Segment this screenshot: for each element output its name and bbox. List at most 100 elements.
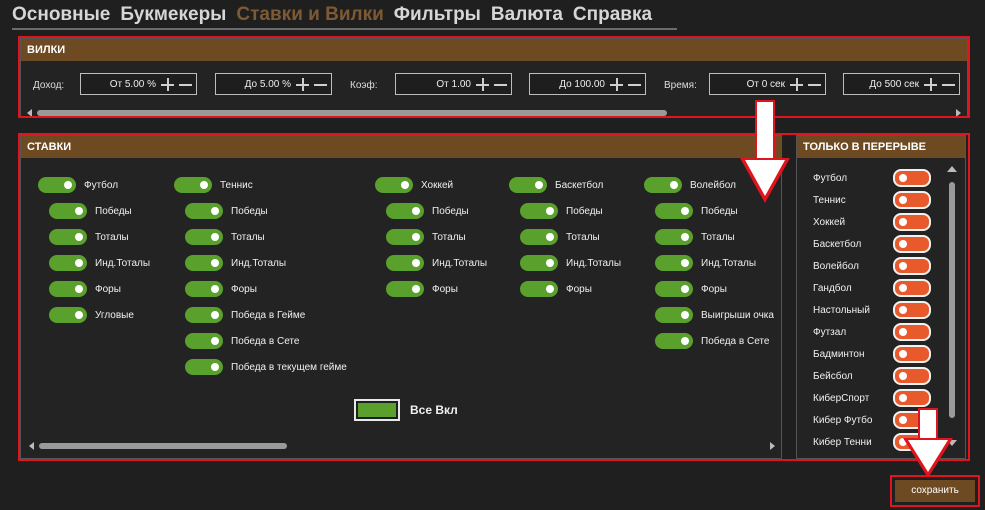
minus-icon[interactable] (314, 78, 327, 91)
toggle-switch[interactable] (893, 301, 931, 319)
toggle-switch[interactable] (893, 323, 931, 341)
minus-icon[interactable] (808, 78, 821, 91)
break-item-badminton[interactable]: Бадминтон (813, 345, 931, 363)
toggle-switch[interactable] (49, 203, 87, 219)
scroll-right-icon[interactable] (770, 442, 775, 450)
toggle-switch[interactable] (386, 281, 424, 297)
plus-icon[interactable] (924, 77, 937, 91)
toggle-volleyball-handicaps[interactable]: Форы (655, 281, 727, 297)
toggle-basketball-handicaps[interactable]: Форы (520, 281, 592, 297)
toggle-volleyball-wins[interactable]: Победы (655, 203, 738, 219)
toggle-switch[interactable] (49, 255, 87, 271)
plus-icon[interactable] (296, 77, 309, 91)
toggle-switch[interactable] (386, 229, 424, 245)
minus-icon[interactable] (628, 78, 641, 91)
toggle-tennis-game-win[interactable]: Победа в Гейме (185, 307, 305, 323)
toggle-switch[interactable] (893, 367, 931, 385)
plus-icon[interactable] (476, 77, 489, 91)
toggle-switch[interactable] (893, 389, 931, 407)
toggle-switch[interactable] (386, 203, 424, 219)
break-item-handball[interactable]: Гандбол (813, 279, 931, 297)
toggle-switch[interactable] (893, 191, 931, 209)
toggle-football-corners[interactable]: Угловые (49, 307, 134, 323)
toggle-switch[interactable] (509, 177, 547, 193)
toggle-football-handicaps[interactable]: Форы (49, 281, 121, 297)
toggle-hockey-wins[interactable]: Победы (386, 203, 469, 219)
toggle-volleyball[interactable]: Волейбол (644, 177, 736, 193)
minus-icon[interactable] (179, 78, 192, 91)
minus-icon[interactable] (942, 78, 955, 91)
scroll-right-icon[interactable] (956, 109, 961, 117)
plus-icon[interactable] (161, 77, 174, 91)
toggle-tennis-set-win[interactable]: Победа в Сете (185, 333, 299, 349)
break-item-football[interactable]: Футбол (813, 169, 931, 187)
toggle-switch[interactable] (520, 229, 558, 245)
toggle-switch[interactable] (185, 307, 223, 323)
break-item-table-tennis[interactable]: Настольный (813, 301, 931, 319)
toggle-switch[interactable] (893, 279, 931, 297)
time-to-field[interactable]: До 500 сек (843, 73, 960, 95)
toggle-switch[interactable] (185, 359, 223, 375)
toggle-football[interactable]: Футбол (38, 177, 118, 193)
toggle-tennis-ind-totals[interactable]: Инд.Тоталы (185, 255, 286, 271)
scroll-thumb[interactable] (39, 443, 287, 449)
scroll-left-icon[interactable] (29, 442, 34, 450)
toggle-switch[interactable] (655, 281, 693, 297)
toggle-volleyball-set-win[interactable]: Победа в Сете (655, 333, 769, 349)
save-button[interactable]: сохранить (895, 480, 975, 502)
toggle-hockey-totals[interactable]: Тоталы (386, 229, 466, 245)
toggle-switch[interactable] (893, 235, 931, 253)
toggle-volleyball-ind-totals[interactable]: Инд.Тоталы (655, 255, 756, 271)
toggle-football-wins[interactable]: Победы (49, 203, 132, 219)
scroll-thumb[interactable] (949, 182, 955, 418)
break-item-futsal[interactable]: Футзал (813, 323, 931, 341)
break-item-baseball[interactable]: Бейсбол (813, 367, 931, 385)
toggle-tennis-handicaps[interactable]: Форы (185, 281, 257, 297)
toggle-switch[interactable] (655, 333, 693, 349)
income-to-field[interactable]: До 5.00 % (215, 73, 332, 95)
toggle-switch[interactable] (185, 281, 223, 297)
break-item-basketball[interactable]: Баскетбол (813, 235, 931, 253)
toggle-tennis-totals[interactable]: Тоталы (185, 229, 265, 245)
toggle-switch[interactable] (49, 281, 87, 297)
scroll-up-icon[interactable] (947, 166, 957, 172)
toggle-switch[interactable] (185, 333, 223, 349)
scroll-left-icon[interactable] (27, 109, 32, 117)
income-from-field[interactable]: От 5.00 % (80, 73, 197, 95)
toggle-switch[interactable] (185, 203, 223, 219)
all-on-switch[interactable] (354, 399, 400, 421)
toggle-switch[interactable] (655, 255, 693, 271)
break-item-tennis[interactable]: Теннис (813, 191, 931, 209)
toggle-switch[interactable] (655, 307, 693, 323)
toggle-basketball-wins[interactable]: Победы (520, 203, 603, 219)
toggle-switch[interactable] (520, 281, 558, 297)
toggle-football-totals[interactable]: Тоталы (49, 229, 129, 245)
break-item-esports[interactable]: КиберСпорт (813, 389, 931, 407)
toggle-tennis-current-game[interactable]: Победа в текущем гейме (185, 359, 347, 375)
toggle-hockey-ind-totals[interactable]: Инд.Тоталы (386, 255, 487, 271)
breaks-vscrollbar[interactable] (947, 166, 957, 446)
toggle-switch[interactable] (644, 177, 682, 193)
plus-icon[interactable] (610, 77, 623, 91)
toggle-switch[interactable] (49, 307, 87, 323)
toggle-switch[interactable] (375, 177, 413, 193)
toggle-switch[interactable] (893, 213, 931, 231)
coef-to-field[interactable]: До 100.00 (529, 73, 646, 95)
toggle-switch[interactable] (185, 255, 223, 271)
toggle-basketball-totals[interactable]: Тоталы (520, 229, 600, 245)
toggle-switch[interactable] (893, 169, 931, 187)
forks-hscrollbar[interactable] (27, 109, 961, 117)
toggle-hockey[interactable]: Хоккей (375, 177, 453, 193)
break-item-volleyball[interactable]: Волейбол (813, 257, 931, 275)
toggle-football-ind-totals[interactable]: Инд.Тоталы (49, 255, 150, 271)
all-on-toggle[interactable]: Все Вкл (354, 399, 458, 421)
minus-icon[interactable] (494, 78, 507, 91)
toggle-switch[interactable] (49, 229, 87, 245)
time-from-field[interactable]: От 0 сек (709, 73, 826, 95)
toggle-switch[interactable] (520, 203, 558, 219)
toggle-switch[interactable] (386, 255, 424, 271)
toggle-basketball[interactable]: Баскетбол (509, 177, 603, 193)
toggle-switch[interactable] (893, 257, 931, 275)
toggle-switch[interactable] (655, 203, 693, 219)
toggle-switch[interactable] (893, 345, 931, 363)
